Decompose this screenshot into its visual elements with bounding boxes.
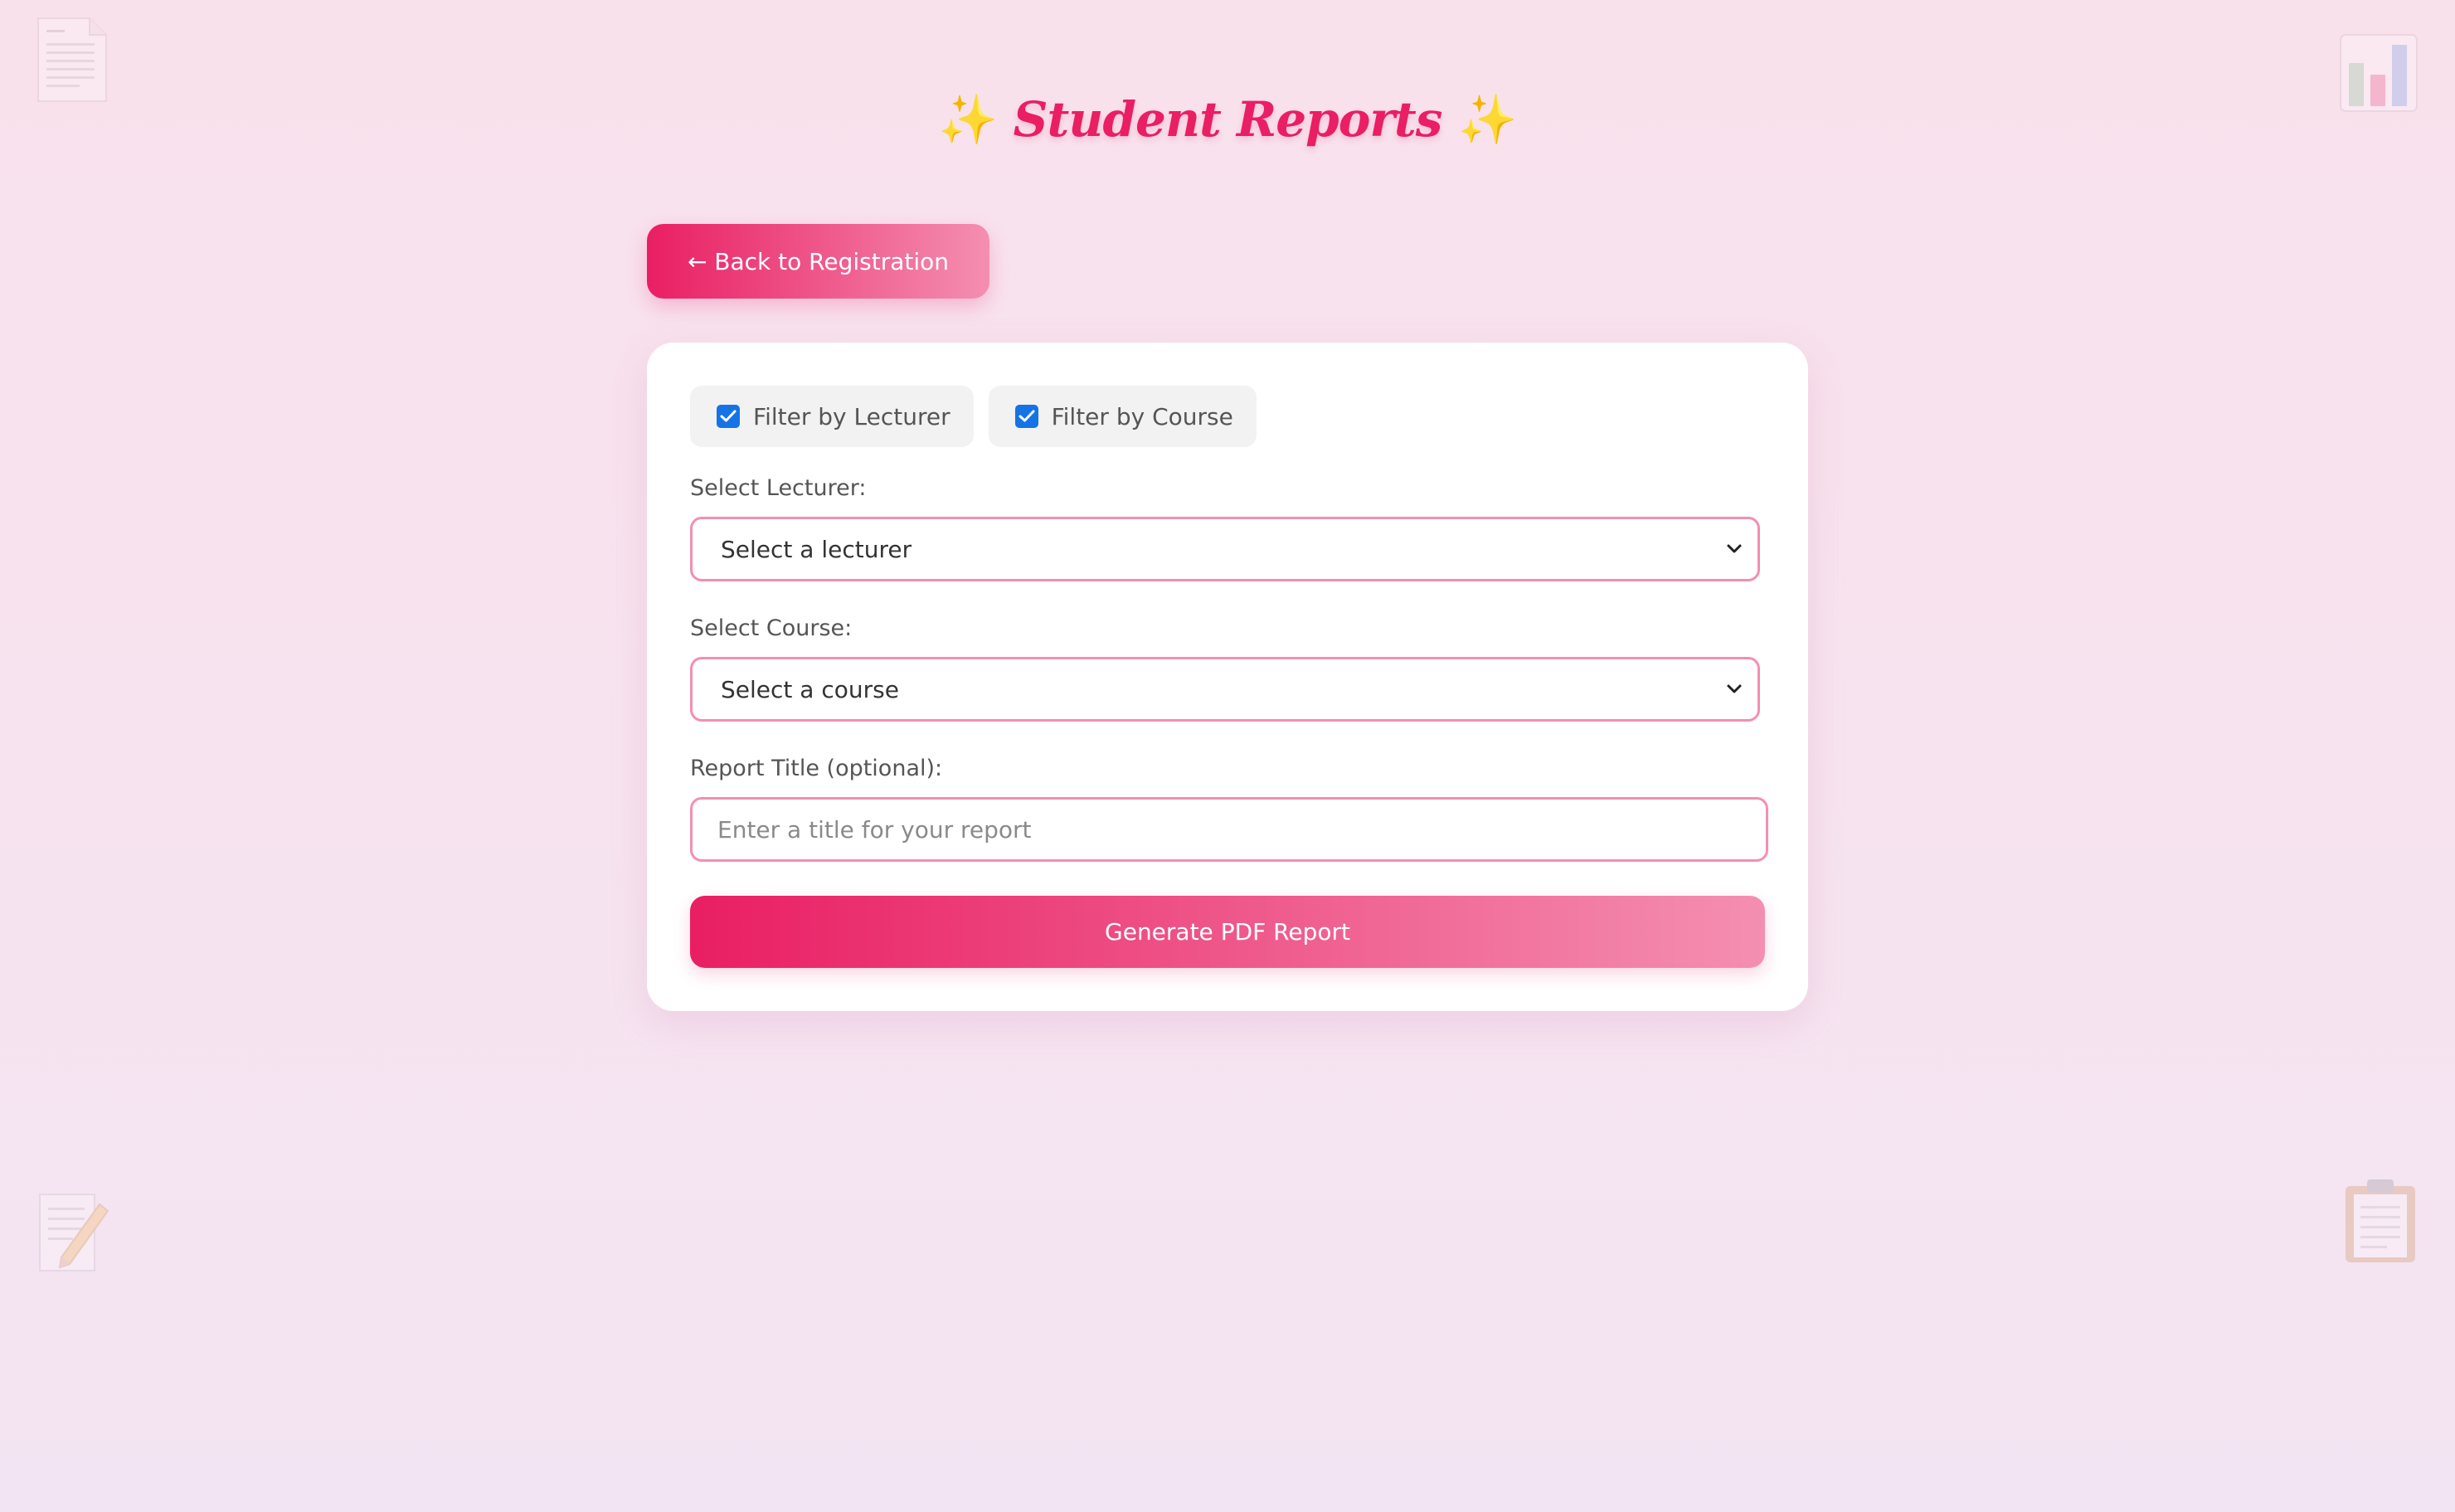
lecturer-select-value: Select a lecturer <box>721 535 912 563</box>
course-select-label: Select Course: <box>690 615 853 641</box>
report-title-input[interactable] <box>690 797 1768 862</box>
filter-by-course-label: Filter by Course <box>1051 402 1233 430</box>
back-to-registration-button[interactable]: ← Back to Registration <box>647 224 989 299</box>
filter-by-lecturer-label: Filter by Lecturer <box>753 402 950 430</box>
lecturer-select-label: Select Lecturer: <box>690 475 867 501</box>
chevron-down-icon <box>1727 684 1742 693</box>
clipboard-icon <box>2346 1179 2415 1262</box>
course-select[interactable]: Select a course <box>690 657 1760 722</box>
filter-by-course-toggle[interactable]: Filter by Course <box>988 386 1257 447</box>
page-title: ✨ Student Reports ✨ <box>0 91 2455 148</box>
course-select-value: Select a course <box>721 675 899 703</box>
filter-by-lecturer-checkbox[interactable] <box>717 405 740 428</box>
filter-options: Filter by Lecturer Filter by Course <box>690 386 1257 447</box>
memo-icon <box>39 1194 109 1271</box>
chevron-down-icon <box>1727 544 1742 553</box>
checkmark-icon <box>1018 410 1035 422</box>
report-title-label: Report Title (optional): <box>690 756 943 781</box>
generate-pdf-report-button[interactable]: Generate PDF Report <box>690 896 1765 968</box>
report-form-card: Filter by Lecturer Filter by Course Sele… <box>647 343 1808 1011</box>
filter-by-lecturer-toggle[interactable]: Filter by Lecturer <box>690 386 974 447</box>
sparkles-icon: ✨ <box>1457 91 1518 148</box>
filter-by-course-checkbox[interactable] <box>1014 405 1038 428</box>
checkmark-icon <box>720 410 736 422</box>
lecturer-select[interactable]: Select a lecturer <box>690 517 1760 581</box>
page-title-text: Student Reports <box>1013 91 1443 148</box>
sparkles-icon: ✨ <box>938 91 998 148</box>
document-icon <box>37 17 107 102</box>
